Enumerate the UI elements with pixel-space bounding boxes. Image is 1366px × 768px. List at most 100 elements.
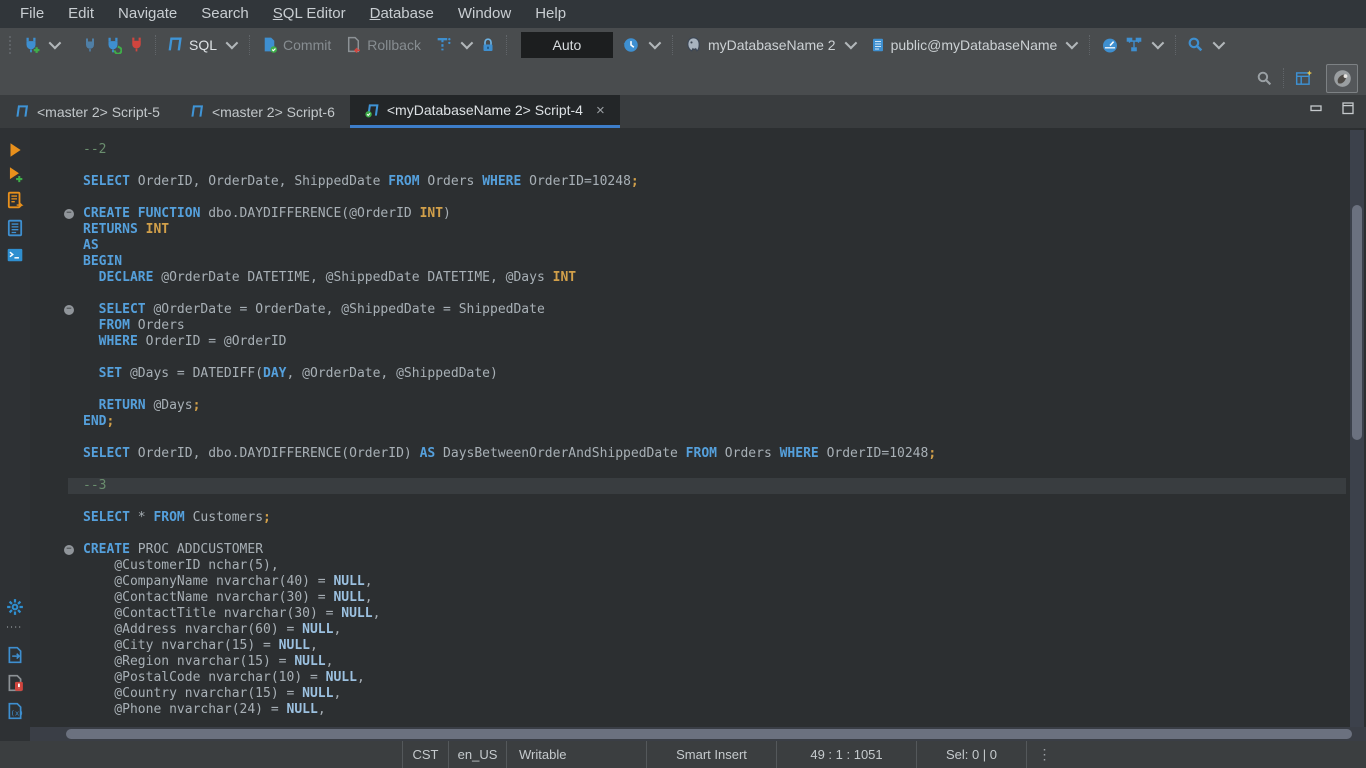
code-line[interactable] xyxy=(83,190,1346,206)
code-line[interactable] xyxy=(83,462,1346,478)
code-line[interactable] xyxy=(83,494,1346,510)
code-line[interactable]: --2 xyxy=(83,142,1346,158)
editor-window-buttons xyxy=(1308,100,1356,116)
code-line[interactable]: RETURNS INT xyxy=(83,222,1346,238)
code-line[interactable]: @City nvarchar(15) = NULL, xyxy=(83,638,1346,654)
panel-problems-icon[interactable] xyxy=(6,674,24,692)
code-line[interactable]: @CompanyName nvarchar(40) = NULL, xyxy=(83,574,1346,590)
schema-selector[interactable]: public@myDatabaseName xyxy=(867,32,1083,58)
output-console-icon[interactable] xyxy=(6,246,24,264)
explain-plan-icon[interactable] xyxy=(6,219,24,237)
fold-marker-icon[interactable]: − xyxy=(64,305,74,315)
menu-file[interactable]: File xyxy=(8,0,56,28)
code-line[interactable] xyxy=(83,158,1346,174)
object-search-button[interactable] xyxy=(1184,32,1229,58)
code-line[interactable]: SET @Days = DATEDIFF(DAY, @OrderDate, @S… xyxy=(83,366,1346,382)
transaction-chevron-icon[interactable] xyxy=(461,37,474,50)
minimize-icon[interactable] xyxy=(1308,100,1324,116)
code-line[interactable]: @PostalCode nvarchar(10) = NULL, xyxy=(83,670,1346,686)
code-line[interactable]: WHERE OrderID = @OrderID xyxy=(83,334,1346,350)
maximize-icon[interactable] xyxy=(1340,100,1356,116)
tab-close-icon[interactable]: × xyxy=(596,102,605,119)
sql-editor-chevron-icon[interactable] xyxy=(226,37,239,50)
code-line[interactable]: --3 xyxy=(68,478,1346,494)
dashboard-button[interactable] xyxy=(1098,32,1122,58)
settings-gear-icon[interactable] xyxy=(6,598,24,616)
connect-button[interactable] xyxy=(79,32,101,58)
open-perspective-button[interactable] xyxy=(1292,65,1316,91)
panel-toggle-dots-icon[interactable]: ∙∙∙∙ xyxy=(6,622,24,632)
code-line[interactable]: @Address nvarchar(60) = NULL, xyxy=(83,622,1346,638)
code-line[interactable]: @ContactTitle nvarchar(30) = NULL, xyxy=(83,606,1346,622)
code-line[interactable]: SELECT * FROM Customers; xyxy=(83,510,1346,526)
new-connection-chevron-icon[interactable] xyxy=(49,37,62,50)
menu-window[interactable]: Window xyxy=(446,0,523,28)
rollback-button[interactable]: Rollback xyxy=(342,32,424,58)
schema-selector-chevron-icon[interactable] xyxy=(1066,37,1079,50)
object-search-chevron-icon[interactable] xyxy=(1213,37,1226,50)
menu-edit[interactable]: Edit xyxy=(56,0,106,28)
code-line[interactable]: SELECT OrderID, dbo.DAYDIFFERENCE(OrderI… xyxy=(83,446,1346,462)
execute-new-tab-icon[interactable] xyxy=(6,165,24,183)
database-selector-chevron-icon[interactable] xyxy=(844,37,857,50)
quick-search-button[interactable] xyxy=(1253,65,1276,91)
code-line[interactable]: RETURN @Days; xyxy=(83,398,1346,414)
fold-marker-icon[interactable]: − xyxy=(64,209,74,219)
code-line[interactable]: @Country nvarchar(15) = NULL, xyxy=(83,686,1346,702)
er-diagram-chevron-icon[interactable] xyxy=(1152,37,1165,50)
code-line[interactable]: −CREATE PROC ADDCUSTOMER xyxy=(83,542,1346,558)
menu-search[interactable]: Search xyxy=(189,0,261,28)
transaction-log-chevron-icon[interactable] xyxy=(649,37,662,50)
menu-database[interactable]: Database xyxy=(358,0,446,28)
menu-help[interactable]: Help xyxy=(523,0,578,28)
panel-output-icon[interactable] xyxy=(6,646,24,664)
code-line[interactable]: DECLARE @OrderDate DATETIME, @ShippedDat… xyxy=(83,270,1346,286)
code-line[interactable] xyxy=(83,430,1346,446)
transaction-mode-button[interactable] xyxy=(432,32,477,58)
database-selector[interactable]: myDatabaseName 2 xyxy=(681,32,861,58)
fold-marker-icon[interactable]: − xyxy=(64,545,74,555)
vertical-scrollbar-thumb[interactable] xyxy=(1352,205,1362,440)
execute-script-icon[interactable] xyxy=(6,191,24,209)
dbeaver-perspective-button[interactable] xyxy=(1326,64,1358,93)
tab-script-6[interactable]: <master 2> Script-6 xyxy=(175,95,350,128)
status-overflow-icon[interactable]: ⋮ xyxy=(1026,741,1063,768)
connection-lock-button[interactable] xyxy=(477,32,499,58)
autocommit-mode-field[interactable]: Auto xyxy=(521,32,613,58)
sql-code-editor[interactable]: --2 SELECT OrderID, OrderDate, ShippedDat… xyxy=(30,128,1366,741)
code-line[interactable]: @Region nvarchar(15) = NULL, xyxy=(83,654,1346,670)
code-line[interactable] xyxy=(83,286,1346,302)
code-line[interactable]: AS xyxy=(83,238,1346,254)
code-line[interactable] xyxy=(83,526,1346,542)
execute-statement-icon[interactable] xyxy=(6,141,24,159)
menu-navigate[interactable]: Navigate xyxy=(106,0,189,28)
code-line[interactable]: FROM Orders xyxy=(83,318,1346,334)
code-line[interactable]: END; xyxy=(83,414,1346,430)
code-line[interactable]: SELECT OrderID, OrderDate, ShippedDate F… xyxy=(83,174,1346,190)
tab-script-5[interactable]: <master 2> Script-5 xyxy=(0,95,175,128)
toolbar-drag-handle[interactable] xyxy=(9,36,14,54)
status-timezone: CST xyxy=(402,741,448,768)
horizontal-scrollbar-thumb[interactable] xyxy=(66,729,1352,739)
disconnect-button[interactable] xyxy=(125,32,148,58)
reconnect-button[interactable] xyxy=(101,32,125,58)
tab-script-4-active[interactable]: <myDatabaseName 2> Script-4 × xyxy=(350,95,620,128)
sql-editor-button[interactable]: SQL xyxy=(164,32,242,58)
code-line[interactable] xyxy=(83,382,1346,398)
panel-variables-icon[interactable]: (x) xyxy=(6,702,24,720)
code-line[interactable]: − SELECT @OrderDate = OrderDate, @Shippe… xyxy=(83,302,1346,318)
sql-script-connected-icon xyxy=(365,103,380,118)
menu-sql-editor[interactable]: SQL Editor xyxy=(261,0,358,28)
new-connection-button[interactable] xyxy=(19,32,65,58)
code-line[interactable]: @ContactName nvarchar(30) = NULL, xyxy=(83,590,1346,606)
code-line[interactable]: @CustomerID nchar(5), xyxy=(83,558,1346,574)
code-line[interactable]: BEGIN xyxy=(83,254,1346,270)
er-diagram-button[interactable] xyxy=(1122,32,1168,58)
code-line[interactable]: −CREATE FUNCTION dbo.DAYDIFFERENCE(@Orde… xyxy=(83,206,1346,222)
code-line[interactable]: @Phone nvarchar(24) = NULL, xyxy=(83,702,1346,718)
commit-button[interactable]: Commit xyxy=(258,32,334,58)
rollback-icon xyxy=(345,36,362,53)
transaction-log-button[interactable] xyxy=(619,32,665,58)
toolbar-separator xyxy=(249,35,251,55)
code-line[interactable] xyxy=(83,350,1346,366)
